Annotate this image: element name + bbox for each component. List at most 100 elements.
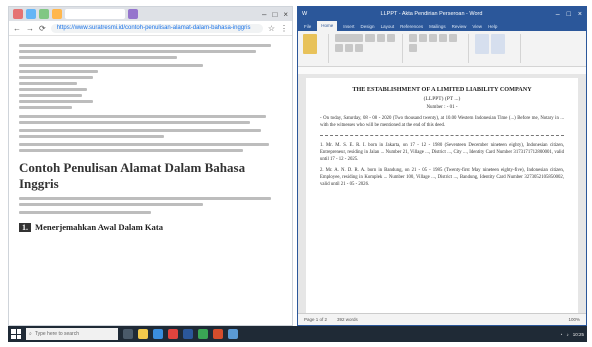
highlight-button[interactable] (355, 44, 363, 52)
tab-favicon[interactable] (52, 9, 62, 19)
zoom-level[interactable]: 100% (568, 317, 580, 322)
party-paragraph: 2. Mr. A. N. D. R. A. born in Bandung, o… (320, 168, 564, 187)
word-taskbar-icon[interactable] (183, 329, 193, 339)
menu-icon[interactable]: ⋮ (280, 24, 288, 33)
indent-button[interactable] (429, 34, 437, 42)
numbering-button[interactable] (419, 34, 427, 42)
tab-insert[interactable]: Insert (343, 24, 354, 29)
browser-window: – □ × ← → ⟳ https://www.suratresmi.id/co… (8, 6, 293, 326)
subheading-number: 1. (19, 222, 31, 232)
minimize-icon[interactable]: – (262, 10, 266, 19)
ribbon-toolbar (298, 31, 586, 67)
subheading-text: Menerjemahkan Awal Dalam Kata (35, 222, 164, 232)
paragraph-group (409, 34, 469, 63)
bullets-button[interactable] (409, 34, 417, 42)
ribbon-tabs: File Home Insert Design Layout References Mail… (298, 21, 586, 31)
tab-favicon[interactable] (39, 9, 49, 19)
minimize-icon[interactable]: – (556, 11, 560, 18)
system-tray: ◔ ♪ 10:25 (560, 332, 584, 337)
tab-design[interactable]: Design (361, 24, 375, 29)
file-explorer-icon[interactable] (138, 329, 148, 339)
app-taskbar-icon[interactable] (198, 329, 208, 339)
taskbar-search[interactable]: ⌕ Type here to search (26, 328, 118, 340)
chrome-icon[interactable] (168, 329, 178, 339)
divider-line (320, 135, 564, 136)
window-controls[interactable]: – □ × (262, 10, 288, 19)
font-name-select[interactable] (335, 34, 363, 42)
align-left-button[interactable] (439, 34, 447, 42)
browser-tab-strip: – □ × (9, 7, 292, 21)
close-icon[interactable]: × (283, 10, 288, 19)
clock[interactable]: 10:25 (573, 332, 584, 337)
close-icon[interactable]: × (578, 11, 582, 18)
tab-view[interactable]: View (472, 24, 482, 29)
tab-file[interactable]: File (304, 24, 311, 29)
document-canvas[interactable]: THE ESTABLISHMENT OF A LIMITED LIABILITY… (298, 74, 586, 314)
bold-button[interactable] (377, 34, 385, 42)
font-color-button[interactable] (345, 44, 353, 52)
paste-button[interactable] (303, 34, 317, 54)
word-document-title: LLPPT - Akta Pendirian Perseroan - Word (380, 11, 483, 17)
url-field[interactable]: https://www.suratresmi.id/contoh-penulis… (50, 23, 263, 33)
tab-help[interactable]: Help (488, 24, 497, 29)
styles-button[interactable] (475, 34, 489, 54)
article-subheading: 1. Menerjemahkan Awal Dalam Kata (19, 222, 282, 232)
window-controls[interactable]: – □ × (556, 11, 582, 18)
tab-mailings[interactable]: Mailings (429, 24, 446, 29)
maximize-icon[interactable]: □ (567, 11, 571, 18)
article-paragraph (19, 197, 282, 206)
deed-title: THE ESTABLISHMENT OF A LIMITED LIABILITY… (352, 86, 532, 93)
center-button[interactable] (449, 34, 457, 42)
editing-button[interactable] (491, 34, 505, 54)
tab-review[interactable]: Review (452, 24, 467, 29)
article-paragraph (19, 44, 282, 59)
task-view-icon[interactable] (123, 329, 133, 339)
page-count[interactable]: Page 1 of 2 (304, 317, 327, 322)
tab-home[interactable]: Home (317, 21, 338, 31)
styles-group (475, 34, 521, 63)
reload-icon[interactable]: ⟳ (39, 24, 46, 33)
taskbar: ⌕ Type here to search ◔ ♪ 10:25 (8, 326, 587, 342)
volume-icon[interactable]: ♪ (566, 332, 568, 337)
start-icon[interactable] (11, 329, 21, 339)
tab-layout[interactable]: Layout (381, 24, 395, 29)
forward-icon[interactable]: → (26, 24, 34, 33)
active-tab[interactable] (65, 9, 125, 19)
maximize-icon[interactable]: □ (272, 10, 277, 19)
bookmark-icon[interactable]: ☆ (268, 24, 275, 33)
search-placeholder: Type here to search (34, 331, 80, 337)
word-title-bar: W LLPPT - Akta Pendirian Perseroan - Wor… (298, 7, 586, 21)
edge-icon[interactable] (153, 329, 163, 339)
tab-favicon[interactable] (26, 9, 36, 19)
word-count[interactable]: 392 words (337, 317, 358, 322)
search-icon: ⌕ (29, 331, 32, 337)
address-bar-row: ← → ⟳ https://www.suratresmi.id/contoh-p… (9, 21, 292, 36)
tab-favicon[interactable] (128, 9, 138, 19)
app-taskbar-icon[interactable] (213, 329, 223, 339)
deed-number: Number : - 01 - (426, 105, 458, 110)
tab-references[interactable]: References (400, 24, 423, 29)
font-size-select[interactable] (365, 34, 375, 42)
clipboard-group (303, 34, 329, 63)
article-paragraph (19, 129, 282, 138)
italic-button[interactable] (387, 34, 395, 42)
article-content: Contoh Penulisan Alamat Dalam Bahasa Ing… (9, 36, 292, 238)
document-page[interactable]: THE ESTABLISHMENT OF A LIMITED LIABILITY… (306, 78, 578, 314)
article-paragraph (19, 211, 282, 214)
underline-button[interactable] (335, 44, 343, 52)
justify-button[interactable] (409, 44, 417, 52)
status-bar: Page 1 of 2 392 words 100% (298, 313, 586, 325)
deed-opening-paragraph: - On today, Saturday, 08 - 08 - 2020 (Tw… (320, 116, 564, 128)
article-paragraph (19, 115, 282, 124)
deed-subtitle: (LLPPT) (PT ...) (423, 96, 461, 102)
font-group (335, 34, 403, 63)
article-heading: Contoh Penulisan Alamat Dalam Bahasa Ing… (19, 160, 246, 191)
desktop: – □ × ← → ⟳ https://www.suratresmi.id/co… (0, 0, 592, 347)
network-icon[interactable]: ◔ (560, 332, 563, 337)
tab-favicon[interactable] (13, 9, 23, 19)
app-taskbar-icon[interactable] (228, 329, 238, 339)
party-paragraph: 1. Mr. M. S. E. R. I. born in Jakarta, o… (320, 143, 564, 162)
address-list (19, 64, 282, 109)
back-icon[interactable]: ← (13, 24, 21, 33)
word-window: W LLPPT - Akta Pendirian Perseroan - Wor… (297, 6, 587, 326)
